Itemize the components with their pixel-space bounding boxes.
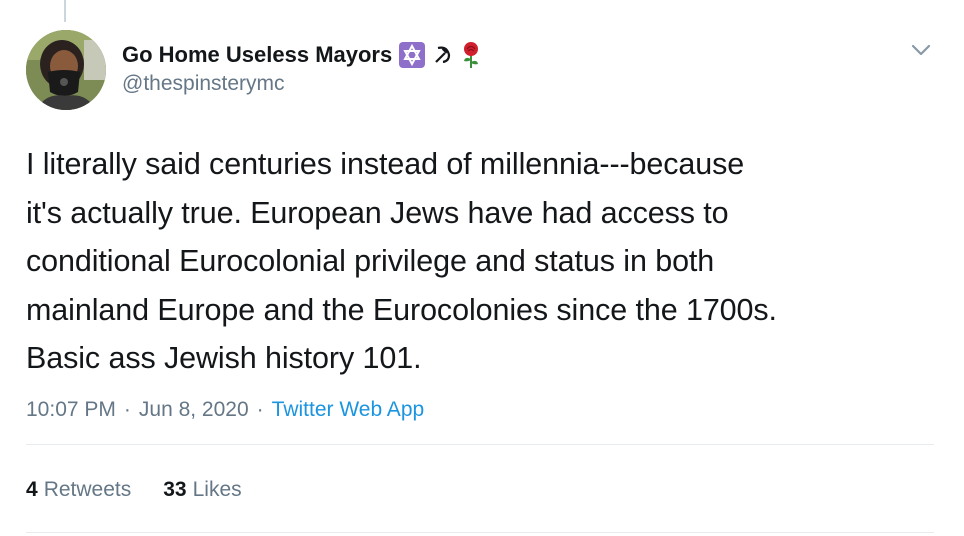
tweet-metadata: 10:07 PM · Jun 8, 2020 · Twitter Web App — [26, 398, 424, 422]
display-name-row: Go Home Useless Mayors — [122, 40, 482, 70]
thread-connector-line — [64, 0, 66, 22]
engagement-stats: 4 Retweets 33 Likes — [26, 478, 242, 502]
meta-separator: · — [256, 398, 264, 421]
divider — [26, 444, 934, 445]
tweet-source-link[interactable]: Twitter Web App — [272, 398, 425, 422]
rose-icon — [460, 42, 482, 68]
retweets-stat[interactable]: 4 Retweets — [26, 478, 131, 502]
retweets-count: 4 — [26, 478, 38, 501]
display-name[interactable]: Go Home Useless Mayors — [122, 42, 392, 68]
retweets-label: Retweets — [43, 478, 132, 501]
avatar[interactable] — [26, 30, 106, 110]
likes-count: 33 — [163, 478, 187, 501]
likes-label: Likes — [192, 478, 242, 501]
hammer-and-sickle-icon — [432, 42, 454, 68]
divider — [26, 532, 934, 533]
tweet-text: I literally said centuries instead of mi… — [26, 147, 777, 375]
tweet-time[interactable]: 10:07 PM — [26, 398, 116, 422]
star-of-david-icon — [398, 42, 426, 68]
meta-separator: · — [123, 398, 131, 421]
more-options-button[interactable] — [906, 38, 936, 62]
avatar-image — [26, 30, 106, 110]
likes-stat[interactable]: 33 Likes — [163, 478, 241, 502]
tweet-date[interactable]: Jun 8, 2020 — [139, 398, 249, 422]
user-handle[interactable]: @thespinsterymc — [122, 72, 285, 96]
chevron-down-icon — [911, 44, 931, 56]
